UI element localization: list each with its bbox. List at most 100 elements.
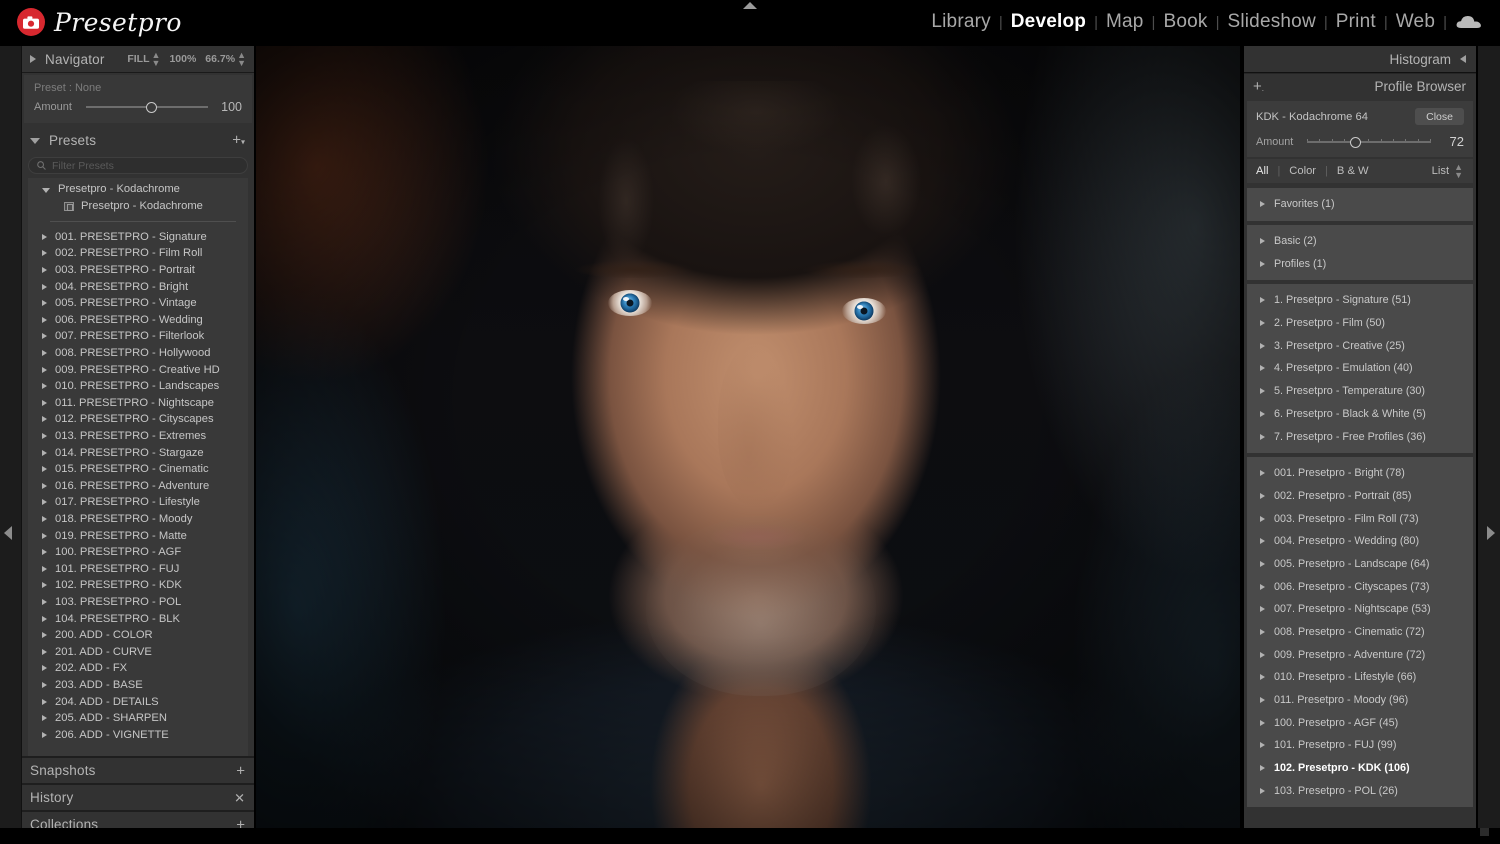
preset-group-row[interactable]: 011. PRESETPRO - Nightscape	[28, 395, 248, 412]
cloud-icon[interactable]	[1456, 15, 1482, 29]
preset-group-row[interactable]: 102. PRESETPRO - KDK	[28, 577, 248, 594]
close-button[interactable]: Close	[1415, 108, 1464, 125]
chevron-right-icon[interactable]	[1260, 697, 1265, 704]
chevron-right-icon[interactable]	[1260, 320, 1265, 327]
left-panel-toggle-chevron-left-icon[interactable]	[4, 526, 13, 545]
profile-group-row[interactable]: 2. Presetpro - Film (50)	[1247, 312, 1473, 335]
histogram-header[interactable]: Histogram	[1244, 46, 1476, 72]
preset-group-row[interactable]: 004. PRESETPRO - Bright	[28, 278, 248, 295]
profile-amount-slider[interactable]	[1307, 136, 1431, 148]
preset-group-row[interactable]: 010. PRESETPRO - Landscapes	[28, 378, 248, 395]
snapshots-add-plus-icon[interactable]: +	[236, 763, 245, 778]
chevron-right-icon[interactable]	[1260, 433, 1265, 440]
chevron-right-icon[interactable]	[1260, 515, 1265, 522]
chevron-right-icon[interactable]	[1260, 388, 1265, 395]
chevron-right-icon[interactable]	[42, 565, 47, 572]
chevron-right-icon[interactable]	[42, 698, 47, 705]
module-library[interactable]: Library	[924, 11, 997, 33]
chevron-right-icon[interactable]	[42, 399, 47, 406]
preset-amount-slider[interactable]	[86, 101, 208, 113]
profile-group-row[interactable]: 003. Presetpro - Film Roll (73)	[1247, 507, 1473, 530]
profile-add-plus-icon[interactable]: +.	[1253, 79, 1264, 94]
chevron-right-icon[interactable]	[42, 366, 47, 373]
profile-group-row[interactable]: 007. Presetpro - Nightscape (53)	[1247, 598, 1473, 621]
slider-knob[interactable]	[1350, 136, 1362, 148]
preset-group-row[interactable]: 005. PRESETPRO - Vintage	[28, 295, 248, 312]
preset-group-row[interactable]: 204. ADD - DETAILS	[28, 693, 248, 710]
preset-group-row[interactable]: 205. ADD - SHARPEN	[28, 710, 248, 727]
preset-group-row[interactable]: 001. PRESETPRO - Signature	[28, 229, 248, 246]
preset-group-row[interactable]: 014. PRESETPRO - Stargaze	[28, 444, 248, 461]
chevron-down-icon[interactable]	[42, 187, 50, 193]
preset-group-row[interactable]: 203. ADD - BASE	[28, 677, 248, 694]
chevron-right-icon[interactable]	[1260, 742, 1265, 749]
chevron-right-icon[interactable]	[42, 283, 47, 290]
profile-group-row[interactable]: 1. Presetpro - Signature (51)	[1247, 289, 1473, 312]
profile-group-row[interactable]: 010. Presetpro - Lifestyle (66)	[1247, 666, 1473, 689]
chevron-right-icon[interactable]	[42, 300, 47, 307]
snapshots-header[interactable]: Snapshots +	[22, 758, 254, 783]
chevron-right-icon[interactable]	[42, 648, 47, 655]
chevron-right-icon[interactable]	[42, 598, 47, 605]
chevron-right-icon[interactable]	[42, 532, 47, 539]
chevron-right-icon[interactable]	[42, 632, 47, 639]
chevron-right-icon[interactable]	[42, 383, 47, 390]
profile-group-row[interactable]: 6. Presetpro - Black & White (5)	[1247, 403, 1473, 426]
profile-group-row[interactable]: Profiles (1)	[1247, 252, 1473, 275]
profile-group-row[interactable]: 103. Presetpro - POL (26)	[1247, 780, 1473, 803]
presets-add-plus-icon[interactable]: +▾	[232, 133, 245, 148]
chevron-right-icon[interactable]	[1260, 674, 1265, 681]
preset-group-row[interactable]: 016. PRESETPRO - Adventure	[28, 478, 248, 495]
tab-color[interactable]: Color	[1280, 165, 1325, 177]
profile-group-row[interactable]: Favorites (1)	[1247, 193, 1473, 216]
chevron-right-icon[interactable]	[42, 233, 47, 240]
stepper-icon[interactable]: ▲ ▼	[152, 50, 161, 67]
profile-group-row[interactable]: 4. Presetpro - Emulation (40)	[1247, 357, 1473, 380]
presets-disclosure-triangle-icon[interactable]	[30, 138, 40, 144]
view-mode-selector[interactable]: List ▲ ▼	[1432, 162, 1463, 179]
chevron-right-icon[interactable]	[42, 615, 47, 622]
preset-group-row[interactable]: 007. PRESETPRO - Filterlook	[28, 328, 248, 345]
chevron-right-icon[interactable]	[1260, 365, 1265, 372]
tab-bw[interactable]: B & W	[1328, 165, 1378, 177]
profile-browser-header[interactable]: +. Profile Browser	[1244, 74, 1476, 99]
chevron-right-icon[interactable]	[1260, 492, 1265, 499]
profile-group-row[interactable]: 3. Presetpro - Creative (25)	[1247, 334, 1473, 357]
presets-header[interactable]: Presets +▾	[22, 127, 254, 153]
profile-group-row[interactable]: Basic (2)	[1247, 230, 1473, 253]
preset-group-row[interactable]: 012. PRESETPRO - Cityscapes	[28, 411, 248, 428]
profile-group-row[interactable]: 005. Presetpro - Landscape (64)	[1247, 553, 1473, 576]
collections-add-plus-icon[interactable]: +	[236, 817, 245, 828]
chevron-right-icon[interactable]	[42, 350, 47, 357]
chevron-right-icon[interactable]	[42, 681, 47, 688]
presets-list[interactable]: Presetpro - Kodachrome Presetpro - Kodac…	[28, 178, 248, 756]
preset-group-row[interactable]: 008. PRESETPRO - Hollywood	[28, 345, 248, 362]
preset-group-row[interactable]: 013. PRESETPRO - Extremes	[28, 428, 248, 445]
profile-group-row[interactable]: 100. Presetpro - AGF (45)	[1247, 711, 1473, 734]
profile-group-row[interactable]: 7. Presetpro - Free Profiles (36)	[1247, 425, 1473, 448]
preset-group-row[interactable]: 101. PRESETPRO - FUJ	[28, 560, 248, 577]
preset-group-row[interactable]: 201. ADD - CURVE	[28, 643, 248, 660]
module-print[interactable]: Print	[1329, 11, 1383, 33]
tab-all[interactable]: All	[1256, 165, 1277, 177]
chevron-right-icon[interactable]	[42, 267, 47, 274]
chevron-right-icon[interactable]	[42, 499, 47, 506]
chevron-right-icon[interactable]	[42, 449, 47, 456]
search-input[interactable]	[52, 159, 239, 172]
chevron-right-icon[interactable]	[42, 549, 47, 556]
chevron-right-icon[interactable]	[1260, 538, 1265, 545]
chevron-right-icon[interactable]	[1260, 719, 1265, 726]
presets-filter-box[interactable]	[28, 157, 248, 174]
preset-group-row[interactable]: 103. PRESETPRO - POL	[28, 594, 248, 611]
chevron-right-icon[interactable]	[1260, 342, 1265, 349]
chevron-right-icon[interactable]	[1260, 201, 1265, 208]
preset-group-row[interactable]: 002. PRESETPRO - Film Roll	[28, 245, 248, 262]
history-header[interactable]: History ✕	[22, 785, 254, 810]
chevron-right-icon[interactable]	[1260, 651, 1265, 658]
chevron-right-icon[interactable]	[1260, 583, 1265, 590]
history-clear-close-icon[interactable]: ✕	[234, 791, 245, 804]
preset-group-row[interactable]: 200. ADD - COLOR	[28, 627, 248, 644]
slider-knob[interactable]	[145, 102, 157, 113]
profile-group-row[interactable]: 011. Presetpro - Moody (96)	[1247, 689, 1473, 712]
chevron-right-icon[interactable]	[42, 433, 47, 440]
